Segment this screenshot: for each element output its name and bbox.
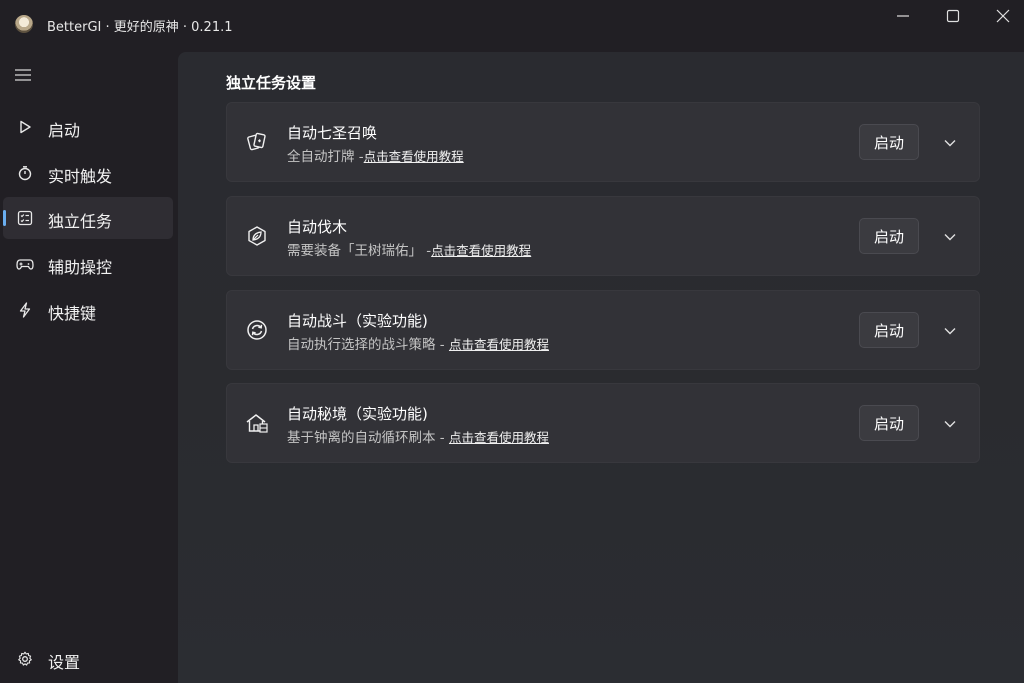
sidebar-item-start[interactable]: 启动 bbox=[3, 106, 173, 148]
tutorial-link[interactable]: 点击查看使用教程 bbox=[449, 337, 549, 352]
task-card-auto-tcg[interactable]: 自动七圣召唤 全自动打牌 -点击查看使用教程 启动 bbox=[226, 102, 980, 182]
window-title: BetterGI · 更好的原神 · 0.21.1 bbox=[47, 20, 233, 35]
tutorial-link[interactable]: 点击查看使用教程 bbox=[431, 243, 531, 258]
cards-icon bbox=[244, 129, 270, 155]
menu-toggle-button[interactable] bbox=[14, 68, 32, 82]
start-button[interactable]: 启动 bbox=[859, 312, 919, 348]
sidebar-item-assist-control[interactable]: 辅助操控 bbox=[3, 243, 173, 285]
chevron-down-icon[interactable] bbox=[941, 228, 959, 246]
task-description: 基于钟离的自动循环刷本 - 点击查看使用教程 bbox=[287, 426, 549, 446]
title-bar: BetterGI · 更好的原神 · 0.21.1 bbox=[0, 0, 1024, 50]
gamepad-icon bbox=[16, 255, 34, 273]
sidebar-item-label: 实时触发 bbox=[48, 167, 113, 186]
maximize-button[interactable] bbox=[930, 0, 976, 32]
task-title: 自动七圣召唤 bbox=[287, 124, 378, 142]
task-list-icon bbox=[16, 209, 34, 227]
sidebar-item-realtime-trigger[interactable]: 实时触发 bbox=[3, 152, 173, 194]
sidebar-item-label: 启动 bbox=[48, 121, 81, 140]
sidebar-item-standalone-tasks[interactable]: 独立任务 bbox=[3, 197, 173, 239]
hamburger-icon bbox=[15, 69, 31, 81]
lightning-icon bbox=[16, 301, 34, 319]
close-button[interactable] bbox=[980, 0, 1024, 32]
sidebar-item-label: 独立任务 bbox=[48, 212, 113, 231]
close-icon bbox=[996, 9, 1010, 23]
task-description: 自动执行选择的战斗策略 - 点击查看使用教程 bbox=[287, 333, 549, 353]
task-card-auto-domain[interactable]: 自动秘境（实验功能) 基于钟离的自动循环刷本 - 点击查看使用教程 启动 bbox=[226, 383, 980, 463]
task-description: 需要装备「王树瑞佑」 -点击查看使用教程 bbox=[287, 239, 531, 259]
refresh-icon bbox=[244, 317, 270, 343]
start-button[interactable]: 启动 bbox=[859, 124, 919, 160]
stopwatch-icon bbox=[16, 164, 34, 182]
chevron-down-icon[interactable] bbox=[941, 415, 959, 433]
sidebar-item-settings[interactable]: 设置 bbox=[3, 638, 173, 680]
task-desc-text: 需要装备「王树瑞佑」 - bbox=[287, 243, 432, 259]
task-card-auto-wood[interactable]: 自动伐木 需要装备「王树瑞佑」 -点击查看使用教程 启动 bbox=[226, 196, 980, 276]
start-button[interactable]: 启动 bbox=[859, 218, 919, 254]
page-title: 独立任务设置 bbox=[226, 74, 317, 92]
main-content: 独立任务设置 自动七圣召唤 全自动打牌 -点击查看使用教程 启动 自动伐木 需要… bbox=[178, 52, 1024, 683]
play-icon bbox=[16, 118, 34, 136]
task-title: 自动战斗（实验功能) bbox=[287, 312, 428, 330]
gear-icon bbox=[16, 650, 34, 668]
task-title: 自动秘境（实验功能) bbox=[287, 405, 428, 423]
task-card-auto-fight[interactable]: 自动战斗（实验功能) 自动执行选择的战斗策略 - 点击查看使用教程 启动 bbox=[226, 290, 980, 370]
sidebar-item-label: 辅助操控 bbox=[48, 258, 113, 277]
domain-icon bbox=[244, 410, 270, 436]
chevron-down-icon[interactable] bbox=[941, 322, 959, 340]
leaf-icon bbox=[244, 223, 270, 249]
minimize-icon bbox=[897, 15, 909, 17]
start-button[interactable]: 启动 bbox=[859, 405, 919, 441]
app-logo-icon bbox=[15, 15, 33, 33]
tutorial-link[interactable]: 点击查看使用教程 bbox=[364, 149, 464, 164]
minimize-button[interactable] bbox=[880, 0, 926, 32]
tutorial-link[interactable]: 点击查看使用教程 bbox=[449, 430, 549, 445]
task-desc-text: 自动执行选择的战斗策略 - bbox=[287, 337, 449, 353]
sidebar-item-label: 快捷键 bbox=[48, 304, 97, 323]
maximize-icon bbox=[946, 9, 960, 23]
task-desc-text: 全自动打牌 - bbox=[287, 149, 364, 165]
sidebar-item-hotkeys[interactable]: 快捷键 bbox=[3, 289, 173, 331]
task-title: 自动伐木 bbox=[287, 218, 348, 236]
task-desc-text: 基于钟离的自动循环刷本 - bbox=[287, 430, 449, 446]
task-description: 全自动打牌 -点击查看使用教程 bbox=[287, 145, 464, 165]
chevron-down-icon[interactable] bbox=[941, 134, 959, 152]
sidebar-item-label: 设置 bbox=[48, 653, 81, 672]
